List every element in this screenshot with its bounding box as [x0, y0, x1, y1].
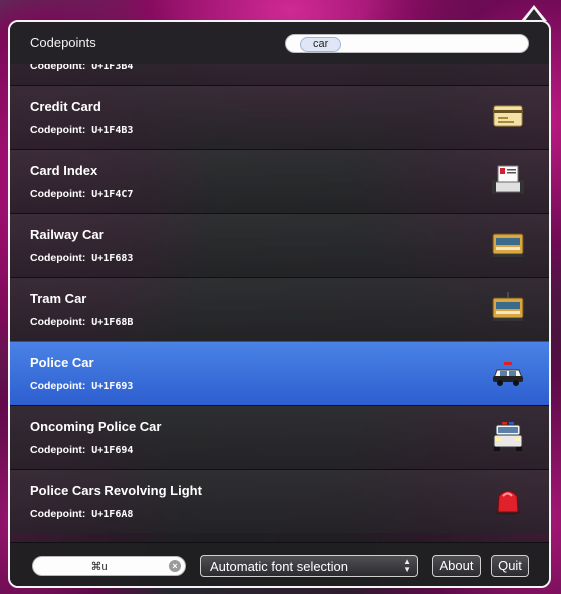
- list-item-selected[interactable]: Police Car Codepoint: U+1F693: [10, 341, 549, 405]
- font-selection-popup[interactable]: Automatic font selection ▲ ▼: [200, 555, 418, 577]
- character-name: Card Index: [30, 163, 98, 178]
- character-name: Credit Card: [30, 99, 101, 114]
- character-name: Tram Car: [30, 291, 87, 306]
- list-item[interactable]: Card Index Codepoint: U+1F4C7: [10, 149, 549, 213]
- hotkey-field[interactable]: ⌘u ×: [32, 556, 186, 576]
- codepoint-text: Codepoint: U+1F68B: [30, 316, 134, 328]
- codepoints-popover: Codepoints car Codepoint: U+1F3B4 Credit…: [8, 20, 551, 588]
- search-token[interactable]: car: [300, 37, 342, 52]
- search-input[interactable]: car: [285, 34, 529, 53]
- character-name: Railway Car: [30, 227, 104, 242]
- updown-arrows-icon: ▲ ▼: [403, 557, 411, 574]
- railway-car-icon: [492, 233, 524, 257]
- list-item[interactable]: Tram Car Codepoint: U+1F68B: [10, 277, 549, 341]
- codepoint-text: Codepoint: U+1F693: [30, 380, 134, 392]
- police-light-icon: [495, 490, 521, 515]
- character-name: Oncoming Police Car: [30, 419, 162, 434]
- flower-playing-cards-icon: [490, 64, 526, 86]
- clear-icon[interactable]: ×: [169, 560, 181, 572]
- character-name: Police Car: [30, 355, 94, 370]
- quit-button[interactable]: Quit: [491, 555, 529, 577]
- font-selection-label: Automatic font selection: [210, 559, 349, 574]
- header-bar: Codepoints car: [10, 22, 549, 64]
- footer-bar: ⌘u × Automatic font selection ▲ ▼ About Q…: [10, 542, 549, 586]
- results-list[interactable]: Codepoint: U+1F3B4 Credit Card Codepoint…: [10, 64, 549, 542]
- codepoint-text: Codepoint: U+1F4B3: [30, 124, 134, 136]
- oncoming-police-car-icon: [493, 422, 523, 451]
- codepoint-text: Codepoint: U+1F683: [30, 252, 134, 264]
- list-item[interactable]: Credit Card Codepoint: U+1F4B3: [10, 85, 549, 149]
- codepoint-text: Codepoint: U+1F694: [30, 444, 134, 456]
- list-item[interactable]: Railway Car Codepoint: U+1F683: [10, 213, 549, 277]
- app-title: Codepoints: [30, 35, 96, 50]
- hotkey-text: ⌘u: [90, 561, 108, 573]
- list-item-partial[interactable]: Codepoint: U+1F3B4: [10, 64, 549, 85]
- codepoint-text: Codepoint: U+1F6A8: [30, 508, 134, 520]
- list-item[interactable]: Police Cars Revolving Light Codepoint: U…: [10, 469, 549, 533]
- codepoint-text: Codepoint: U+1F4C7: [30, 188, 134, 200]
- list-item[interactable]: Oncoming Police Car Codepoint: U+1F694: [10, 405, 549, 469]
- character-name: Police Cars Revolving Light: [30, 483, 202, 498]
- tram-car-icon: [492, 292, 524, 321]
- about-button[interactable]: About: [432, 555, 481, 577]
- police-car-icon: [493, 362, 523, 386]
- credit-card-icon: [493, 105, 523, 127]
- card-index-icon: [492, 165, 524, 194]
- codepoint-text: Codepoint: U+1F3B4: [30, 64, 134, 72]
